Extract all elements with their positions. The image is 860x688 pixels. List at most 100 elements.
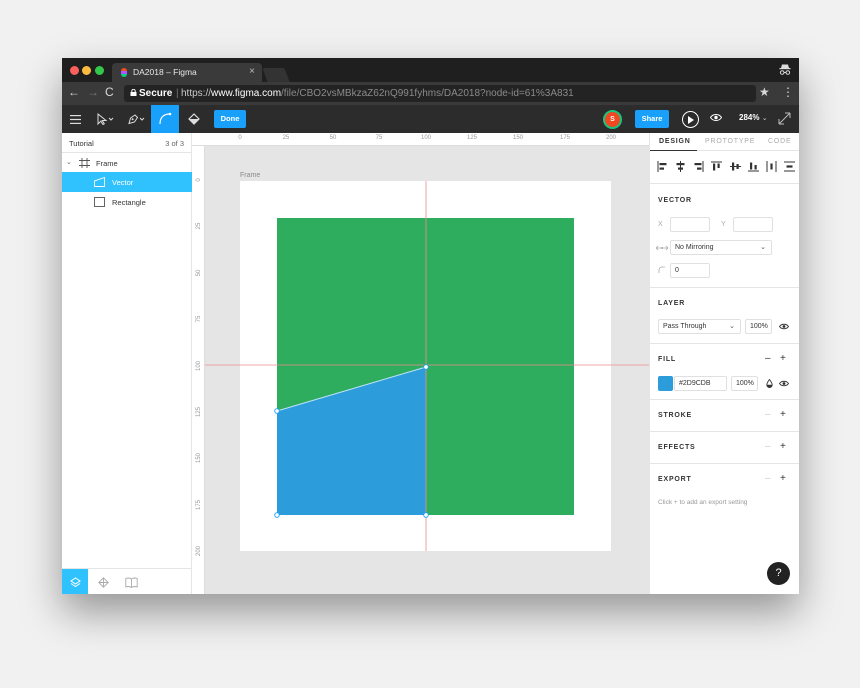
- paint-bucket-icon: [188, 113, 200, 125]
- close-window-button[interactable]: [70, 66, 79, 75]
- figma-toolbar: Done S Share 284% ⌄: [62, 105, 799, 133]
- chevron-down-icon: ⌄: [729, 323, 735, 330]
- paint-bucket-button[interactable]: [181, 105, 207, 133]
- tab-layers[interactable]: [62, 569, 88, 594]
- share-button[interactable]: Share: [635, 110, 669, 128]
- add-fill-button[interactable]: +: [780, 353, 786, 364]
- chevron-down-icon[interactable]: ⌄: [66, 158, 72, 166]
- avatar[interactable]: S: [603, 110, 622, 129]
- section-title: FILL: [658, 356, 676, 363]
- section-title: VECTOR: [658, 197, 692, 204]
- remove-export-button: –: [765, 473, 771, 484]
- maximize-window-button[interactable]: [95, 66, 104, 75]
- url-text: https://www.figma.com/file/CBO2vsMBkzaZ6…: [181, 85, 574, 102]
- distribute-horizontal-icon[interactable]: [766, 160, 777, 172]
- reload-button[interactable]: C: [105, 85, 114, 99]
- tab-components[interactable]: [90, 569, 116, 594]
- layers-panel: Tutorial 3 of 3 ⌄ Frame Vector Rectangle: [62, 133, 192, 594]
- stroke-section: STROKE – +: [650, 399, 799, 431]
- add-effect-button[interactable]: +: [780, 441, 786, 452]
- resize-icon[interactable]: [778, 112, 791, 125]
- help-button[interactable]: ?: [767, 562, 790, 585]
- blend-mode-select[interactable]: Pass Through ⌄: [658, 319, 741, 334]
- anchor-point[interactable]: [423, 364, 429, 370]
- book-icon: [124, 577, 138, 588]
- align-horizontal-center-icon[interactable]: [675, 160, 686, 172]
- move-tool-button[interactable]: [92, 105, 118, 133]
- mirroring-select[interactable]: No Mirroring ⌄: [670, 240, 772, 255]
- components-icon: [97, 576, 109, 588]
- main-menu-button[interactable]: [62, 105, 88, 133]
- y-label: Y: [721, 221, 726, 228]
- chevron-down-icon: ⌄: [761, 115, 768, 122]
- browser-menu-icon[interactable]: ⋮: [782, 85, 794, 99]
- align-right-icon[interactable]: [693, 160, 704, 172]
- zoom-dropdown[interactable]: 284% ⌄: [739, 113, 768, 122]
- forward-button[interactable]: →: [87, 85, 99, 99]
- layer-item-rectangle[interactable]: Rectangle: [62, 192, 192, 212]
- layer-opacity-value: 100%: [750, 323, 768, 330]
- page-count: 3 of 3: [165, 139, 184, 148]
- add-export-button[interactable]: +: [780, 473, 786, 484]
- lock-icon: [130, 89, 137, 96]
- corner-radius-icon: [658, 266, 665, 273]
- effects-section: EFFECTS – +: [650, 431, 799, 463]
- align-vertical-center-icon[interactable]: [729, 161, 741, 172]
- add-stroke-button[interactable]: +: [780, 409, 786, 420]
- bookmark-star-icon[interactable]: ★: [759, 85, 770, 99]
- distribute-vertical-icon[interactable]: [783, 161, 795, 172]
- tab-design[interactable]: DESIGN: [659, 138, 691, 145]
- anchor-point[interactable]: [423, 512, 429, 518]
- minimize-window-button[interactable]: [82, 66, 91, 75]
- layer-label: Rectangle: [112, 198, 146, 207]
- tab-close-icon[interactable]: ×: [249, 66, 255, 77]
- page-selector[interactable]: Tutorial 3 of 3: [62, 133, 192, 153]
- anchor-point[interactable]: [274, 512, 280, 518]
- alignment-toolbar: [657, 157, 795, 175]
- layer-item-frame[interactable]: ⌄ Frame: [62, 153, 192, 173]
- browser-tab-active[interactable]: DA2018 – Figma ×: [112, 63, 262, 82]
- url-separator: |: [176, 88, 179, 99]
- browser-titlebar: DA2018 – Figma ×: [62, 58, 799, 82]
- visibility-eye-icon[interactable]: [779, 380, 789, 387]
- present-play-icon[interactable]: [682, 111, 699, 128]
- fill-hex-value: #2D9CDB: [679, 380, 711, 387]
- fill-color-swatch[interactable]: [658, 376, 673, 391]
- remove-fill-button[interactable]: –: [765, 353, 771, 364]
- align-top-icon[interactable]: [711, 161, 723, 172]
- blend-drop-icon[interactable]: [766, 379, 773, 388]
- done-button[interactable]: Done: [214, 110, 246, 128]
- cursor-icon: [97, 113, 114, 125]
- remove-stroke-button: –: [765, 409, 771, 420]
- layer-item-vector[interactable]: Vector: [62, 172, 192, 192]
- y-field[interactable]: [733, 217, 773, 232]
- tab-library[interactable]: [118, 569, 144, 594]
- visibility-eye-icon[interactable]: [779, 323, 789, 330]
- design-canvas[interactable]: 0 25 50 75 100 125 150 175 200 0 25 50 7…: [192, 133, 649, 594]
- tab-title: DA2018 – Figma: [133, 67, 197, 77]
- properties-tabs: DESIGN PROTOTYPE CODE: [650, 133, 799, 151]
- secure-label: Secure: [139, 88, 173, 99]
- view-eye-icon[interactable]: [710, 113, 722, 122]
- align-bottom-icon[interactable]: [747, 161, 759, 172]
- x-label: X: [658, 221, 663, 228]
- section-title: EFFECTS: [658, 444, 696, 451]
- tab-underline: [650, 150, 697, 151]
- url-field[interactable]: Secure | https://www.figma.com/file/CBO2…: [124, 85, 756, 102]
- fill-hex-field[interactable]: #2D9CDB: [674, 376, 727, 391]
- tab-code[interactable]: CODE: [768, 138, 791, 145]
- back-button[interactable]: ←: [68, 85, 80, 99]
- layer-label: Frame: [96, 159, 118, 168]
- x-field[interactable]: [670, 217, 710, 232]
- blend-mode-value: Pass Through: [663, 323, 707, 330]
- anchor-point[interactable]: [274, 408, 280, 414]
- fill-opacity-field[interactable]: 100%: [731, 376, 758, 391]
- remove-effect-button: –: [765, 441, 771, 452]
- tab-prototype[interactable]: PROTOTYPE: [705, 138, 755, 145]
- align-left-icon[interactable]: [657, 160, 668, 172]
- bend-tool-button[interactable]: [151, 105, 179, 133]
- corner-radius-field[interactable]: 0: [670, 263, 710, 278]
- pen-tool-button[interactable]: [122, 105, 150, 133]
- layer-opacity-field[interactable]: 100%: [745, 319, 772, 334]
- new-tab-button[interactable]: [262, 68, 290, 82]
